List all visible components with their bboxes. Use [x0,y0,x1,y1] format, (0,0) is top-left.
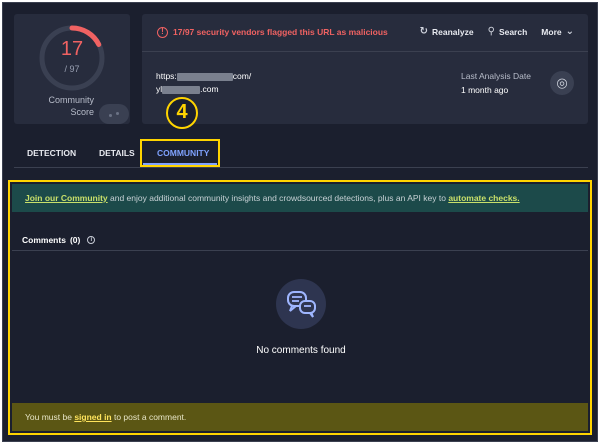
more-button[interactable]: More ⌄ [541,26,574,37]
banner-text: and enjoy additional community insights … [107,193,449,203]
reanalyze-label: Reanalyze [432,26,474,37]
detection-count: 17 [60,38,84,60]
search-button[interactable]: ⚲ Search [488,26,528,37]
comments-header: Comments (0) i [22,235,96,245]
automate-checks-link[interactable]: automate checks. [448,193,519,203]
url-line1-suffix: com/ [232,71,252,81]
comments-count: (0) [69,235,81,245]
globe-icon[interactable]: ◎ [550,71,574,95]
alert-row: ! 17/97 security vendors flagged this UR… [142,14,588,52]
empty-comments-text: No comments found [256,345,346,356]
join-community-link[interactable]: Join our Community [25,193,108,203]
community-score-label-line1: Community [48,95,94,105]
signin-link[interactable]: signed in [74,412,111,422]
tab-community[interactable]: COMMUNITY [157,148,209,158]
community-score-label-line2: Score [70,107,94,117]
scanned-url-line1: https: com/ [156,71,251,81]
info-icon[interactable]: i [87,236,96,244]
tab-details[interactable]: DETAILS [99,148,135,158]
alert-text: 17/97 security vendors flagged this URL … [173,27,388,37]
url-line2-suffix: .com [200,84,219,94]
refresh-icon: ↻ [419,26,429,37]
alert-icon: ! [157,27,168,38]
community-score-card: 17 / 97 Community Score [14,14,130,124]
redacted-text [176,72,233,81]
vote-toggle[interactable] [99,104,129,124]
tab-detection[interactable]: DETECTION [27,148,76,158]
active-tab-indicator [143,163,217,165]
redacted-text [162,85,201,94]
step-callout: 4 [166,97,198,129]
more-label: More [541,26,562,37]
comments-icon [276,279,326,329]
url-line1-prefix: https: [156,71,177,81]
reanalyze-button[interactable]: ↻ Reanalyze [420,26,474,37]
detection-total: / 97 [64,64,80,74]
last-analysis-value: 1 month ago [461,85,509,95]
tabs-divider [14,167,588,168]
signin-prefix: You must be [25,412,75,422]
community-score-label: Community Score [22,94,94,118]
search-icon: ⚲ [487,26,495,37]
search-label: Search [498,26,528,37]
signin-notice: You must be signed in to post a comment. [12,403,588,431]
chevron-down-icon: ⌄ [565,26,574,37]
last-analysis-label: Last Analysis Date [461,71,531,81]
header-actions: ↻ Reanalyze ⚲ Search More ⌄ [420,26,574,37]
scanned-url-line2: yl .com [156,84,219,94]
join-community-banner: Join our Community and enjoy additional … [12,184,588,212]
signin-suffix: to post a comment. [111,412,187,422]
comments-label: Comments [22,235,66,245]
url-summary-card: ! 17/97 security vendors flagged this UR… [142,14,588,124]
comments-divider [12,250,588,251]
